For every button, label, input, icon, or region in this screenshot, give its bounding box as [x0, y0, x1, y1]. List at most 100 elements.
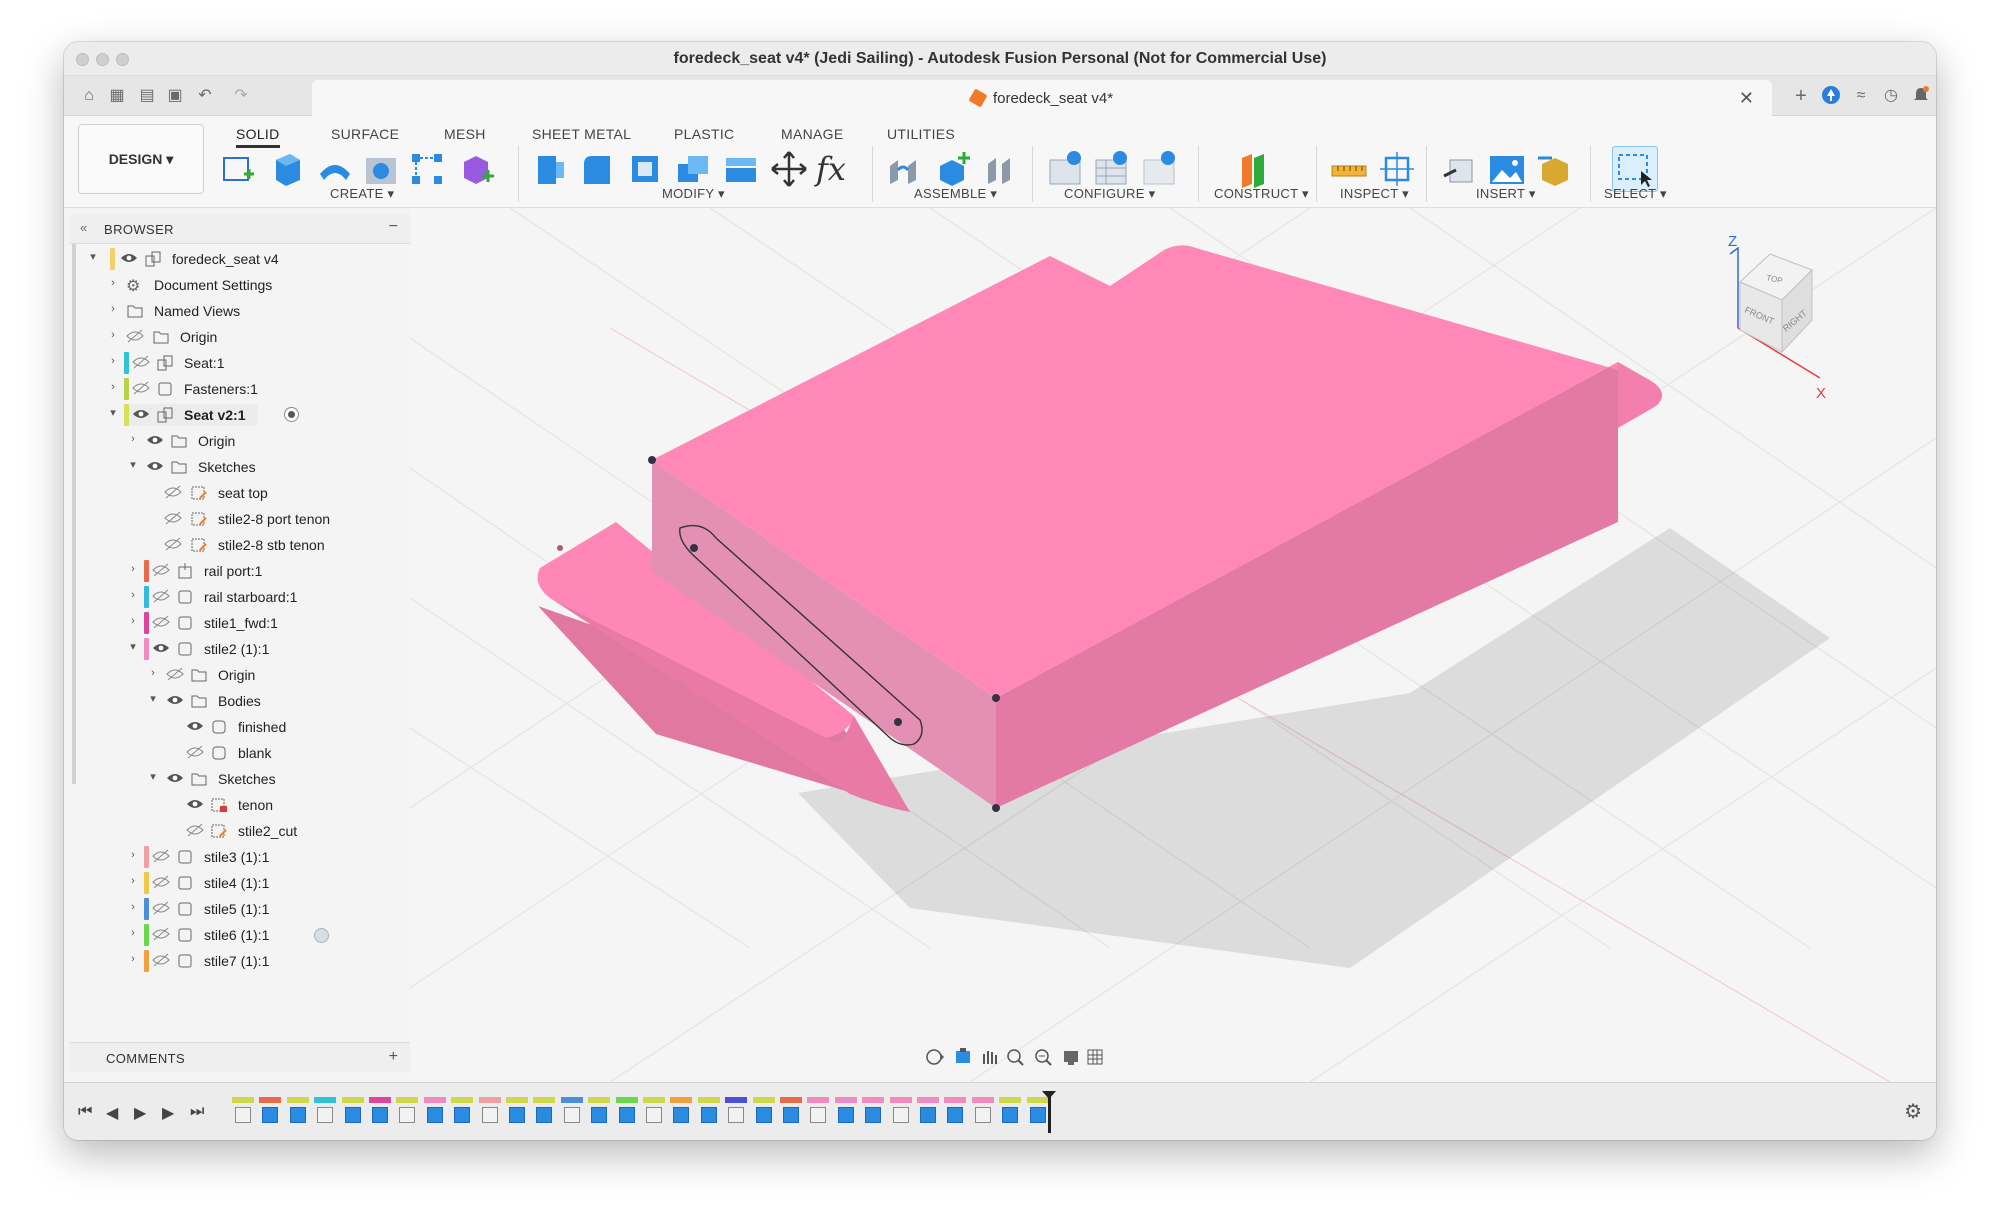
tree-node-stile1[interactable]: › stile1_fwd:1 [70, 610, 410, 636]
extrude-icon[interactable] [268, 150, 306, 188]
timeline-feature[interactable] [560, 1097, 583, 1125]
tab-utilities[interactable]: UTILITIES [887, 126, 955, 142]
clock-icon[interactable]: ◷ [1880, 85, 1902, 107]
timeline-feature[interactable] [752, 1097, 775, 1125]
chevron-right-icon[interactable]: › [106, 276, 120, 290]
new-component-icon[interactable] [934, 150, 972, 188]
vertex-point[interactable] [557, 545, 563, 551]
timeline-feature[interactable] [670, 1097, 693, 1125]
canvas-viewport[interactable]: Z X TOP FRONT RIGHT [410, 208, 1936, 1082]
tree-node-stile7[interactable]: › stile7 (1):1 [70, 948, 410, 974]
timeline-feature[interactable] [259, 1097, 282, 1125]
timeline-feature[interactable] [232, 1097, 254, 1125]
timeline-feature[interactable] [478, 1097, 501, 1125]
eye-hidden-icon[interactable] [132, 381, 150, 395]
tree-node-origin[interactable]: › Origin [70, 324, 410, 350]
workspace-switcher-button[interactable]: DESIGN ▾ [78, 124, 204, 194]
vertex-point[interactable] [992, 804, 1000, 812]
chevron-down-icon[interactable]: ▾ [126, 640, 140, 654]
press-pull-icon[interactable] [530, 150, 568, 188]
tab-solid[interactable]: SOLID [236, 126, 280, 148]
zoom-window-icon[interactable] [1007, 1049, 1024, 1066]
tree-node-seat[interactable]: › Seat:1 [70, 350, 410, 376]
eye-hidden-icon[interactable] [152, 901, 170, 915]
chevron-down-icon[interactable]: ▾ [86, 250, 100, 264]
chevron-right-icon[interactable]: › [126, 432, 140, 446]
chevron-right-icon[interactable]: › [126, 588, 140, 602]
offset-face-icon[interactable] [722, 150, 760, 188]
timeline-feature[interactable] [862, 1097, 885, 1125]
eye-icon[interactable] [166, 771, 184, 785]
timeline-feature[interactable] [889, 1097, 912, 1125]
inspect-group-label[interactable]: INSPECT ▾ [1340, 186, 1409, 202]
insert-canvas-icon[interactable] [1488, 150, 1526, 188]
tree-node-fasteners[interactable]: › Fasteners:1 [70, 376, 410, 402]
sketch-point[interactable] [894, 718, 902, 726]
eye-icon[interactable] [186, 797, 204, 811]
eye-hidden-icon[interactable] [152, 875, 170, 889]
chevron-down-icon[interactable]: ▾ [146, 770, 160, 784]
insert-group-label[interactable]: INSERT ▾ [1476, 186, 1536, 202]
eye-hidden-icon[interactable] [126, 329, 144, 343]
timeline-feature[interactable] [286, 1097, 309, 1125]
timeline-feature[interactable] [780, 1097, 802, 1125]
eye-hidden-icon[interactable] [132, 355, 150, 369]
vertex-point[interactable] [992, 694, 1000, 702]
tab-manage[interactable]: MANAGE [781, 126, 843, 142]
job-status-icon[interactable] [1820, 85, 1842, 107]
tree-node-sketch[interactable]: stile2_cut [70, 818, 410, 844]
tree-node-origin[interactable]: › Origin [70, 428, 410, 454]
joint-icon[interactable] [886, 150, 924, 188]
tree-node-stile5[interactable]: › stile5 (1):1 [70, 896, 410, 922]
timeline-feature[interactable] [423, 1097, 446, 1125]
bell-icon[interactable] [1910, 85, 1932, 107]
chevron-right-icon[interactable]: › [126, 614, 140, 628]
insert-derive-icon[interactable] [1440, 150, 1478, 188]
tree-node-stile4[interactable]: › stile4 (1):1 [70, 870, 410, 896]
chevron-right-icon[interactable]: › [126, 848, 140, 862]
activate-radio-icon[interactable] [314, 928, 329, 943]
zoom-icon[interactable] [1035, 1049, 1052, 1066]
timeline-feature[interactable] [971, 1097, 994, 1125]
modify-group-label[interactable]: MODIFY ▾ [662, 186, 725, 202]
tree-node-stile6[interactable]: › stile6 (1):1 [70, 922, 410, 948]
configure-group-label[interactable]: CONFIGURE ▾ [1064, 186, 1155, 202]
eye-icon[interactable] [152, 641, 170, 655]
eye-hidden-icon[interactable] [164, 511, 182, 525]
create-group-label[interactable]: CREATE ▾ [330, 186, 394, 202]
timeline-feature[interactable] [917, 1097, 939, 1125]
eye-hidden-icon[interactable] [164, 485, 182, 499]
add-comment-icon[interactable]: + [389, 1048, 398, 1066]
timeline-feature[interactable] [807, 1097, 830, 1125]
eye-hidden-icon[interactable] [166, 667, 184, 681]
eye-hidden-icon[interactable] [152, 589, 170, 603]
step-forward-icon[interactable]: ▶ [162, 1103, 174, 1123]
display-settings-icon[interactable] [1064, 1051, 1078, 1065]
tree-node-rail-starboard[interactable]: › rail starboard:1 [70, 584, 410, 610]
extensions-icon[interactable]: ≈ [1850, 85, 1872, 107]
tree-node-named-views[interactable]: › Named Views [70, 298, 410, 324]
tree-node-sketches[interactable]: ▾ Sketches [70, 766, 410, 792]
timeline-feature[interactable] [944, 1097, 967, 1125]
tree-node-sketches[interactable]: ▾ Sketches [70, 454, 410, 480]
eye-hidden-icon[interactable] [152, 953, 170, 967]
chevron-down-icon[interactable]: ▾ [146, 692, 160, 706]
tab-sheet-metal[interactable]: SHEET METAL [532, 126, 631, 142]
eye-icon[interactable] [146, 433, 164, 447]
tree-node-sketch[interactable]: seat top [70, 480, 410, 506]
step-back-icon[interactable]: ◀ [106, 1103, 118, 1123]
tree-node-seat-v2[interactable]: ▾ Seat v2:1 [70, 402, 410, 428]
chevron-right-icon[interactable]: › [126, 926, 140, 940]
timeline-feature[interactable] [697, 1097, 720, 1125]
eye-hidden-icon[interactable] [152, 563, 170, 577]
timeline-feature[interactable] [588, 1097, 611, 1125]
timeline-feature[interactable] [834, 1097, 857, 1125]
construct-group-label[interactable]: CONSTRUCT ▾ [1214, 186, 1309, 202]
timeline-feature[interactable] [725, 1097, 748, 1125]
eye-icon[interactable] [166, 693, 184, 707]
timeline-feature[interactable] [999, 1097, 1022, 1125]
fillet-icon[interactable] [578, 150, 616, 188]
tree-node-stile2[interactable]: ▾ stile2 (1):1 [70, 636, 410, 662]
configure-theme-icon[interactable] [1142, 150, 1180, 188]
chevron-right-icon[interactable]: › [126, 952, 140, 966]
